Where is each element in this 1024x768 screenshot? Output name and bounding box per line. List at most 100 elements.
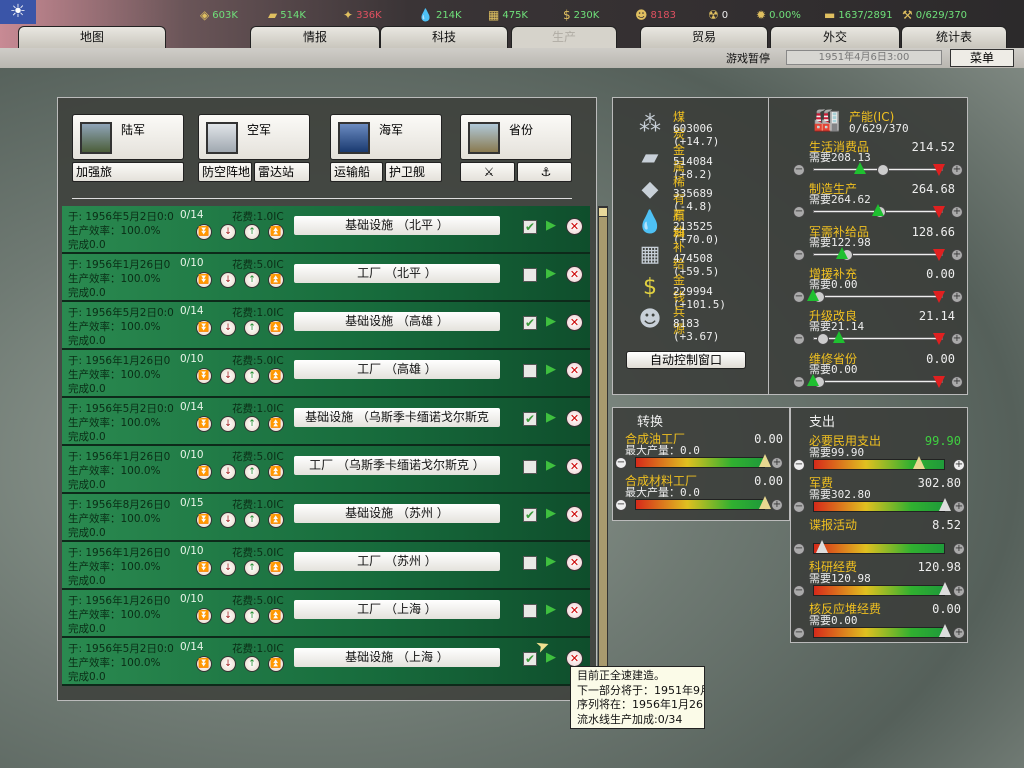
serial-count[interactable]: 0/14 [180, 401, 204, 413]
move-up-button[interactable]: ↑ [244, 416, 260, 432]
build-aa-button[interactable]: 防空阵地 [198, 162, 252, 182]
slider-knob[interactable] [877, 164, 889, 176]
move-up-button[interactable]: ↑ [244, 368, 260, 384]
move-top-button[interactable]: ⏫ [268, 368, 284, 384]
spending-bar[interactable] [813, 459, 945, 470]
move-down-button[interactable]: ↓ [220, 416, 236, 432]
cancel-icon[interactable]: ✕ [566, 314, 583, 331]
serial-checkbox[interactable]: ✔ [523, 220, 537, 234]
serial-count[interactable]: 0/14 [180, 641, 204, 653]
move-up-button[interactable]: ↑ [244, 272, 260, 288]
increase-button[interactable]: + [953, 543, 965, 555]
queue-item-name[interactable]: 基础设施 （乌斯季卡缅诺戈尔斯克 [294, 408, 500, 427]
conversion-bar[interactable] [635, 499, 765, 510]
move-up-button[interactable]: ↑ [244, 320, 260, 336]
move-top-button[interactable]: ⏫ [268, 320, 284, 336]
serial-count[interactable]: 0/15 [180, 497, 204, 509]
decrease-button[interactable]: − [793, 248, 805, 261]
slider-track[interactable] [813, 294, 943, 298]
resource-coal[interactable]: ◈ 603K [200, 8, 238, 22]
decrease-button[interactable]: − [793, 543, 805, 555]
nation-flag-icon[interactable]: ☀ [0, 0, 36, 24]
build-province-button[interactable]: 省份 [460, 114, 572, 160]
cancel-icon[interactable]: ✕ [566, 554, 583, 571]
move-bottom-button[interactable]: ⏬ [196, 224, 212, 240]
serial-checkbox[interactable]: ✔ [523, 652, 537, 666]
menu-button[interactable]: 菜单 [950, 49, 1014, 67]
cancel-icon[interactable]: ✕ [566, 458, 583, 475]
move-top-button[interactable]: ⏫ [268, 560, 284, 576]
decrease-button[interactable]: − [615, 499, 627, 511]
serial-checkbox[interactable]: ✔ [523, 316, 537, 330]
serial-checkbox[interactable] [523, 604, 537, 618]
spending-bar[interactable] [813, 501, 945, 512]
spending-bar[interactable] [813, 585, 945, 596]
move-up-button[interactable]: ↑ [244, 560, 260, 576]
serial-checkbox[interactable]: ✔ [523, 412, 537, 426]
increase-button[interactable]: + [771, 457, 783, 469]
move-bottom-button[interactable]: ⏬ [196, 464, 212, 480]
build-air-button[interactable]: 空军 [198, 114, 310, 160]
decrease-button[interactable]: − [793, 501, 805, 513]
decrease-button[interactable]: − [615, 457, 627, 469]
start-icon[interactable]: ▶ [546, 602, 556, 617]
serial-count[interactable]: 0/10 [180, 449, 204, 461]
queue-item-name[interactable]: 工厂 （上海 ） [294, 600, 500, 619]
resource-metal[interactable]: ▰ 514K [268, 8, 306, 22]
start-icon[interactable]: ▶ [546, 458, 556, 473]
serial-checkbox[interactable] [523, 364, 537, 378]
build-radar-button[interactable]: 雷达站 [254, 162, 310, 182]
start-icon[interactable]: ▶ [546, 362, 556, 377]
serial-count[interactable]: 0/14 [180, 305, 204, 317]
build-fortification-button[interactable]: ⚔ [460, 162, 515, 182]
serial-count[interactable]: 0/14 [180, 209, 204, 221]
slider-track[interactable] [813, 379, 943, 383]
resource-rare-materials[interactable]: ✦ 336K [343, 8, 382, 22]
move-top-button[interactable]: ⏫ [268, 272, 284, 288]
build-transport-button[interactable]: 运输船 [330, 162, 383, 182]
move-top-button[interactable]: ⏫ [268, 416, 284, 432]
queue-item-name[interactable]: 基础设施 （北平 ） [294, 216, 500, 235]
resource-nuclear[interactable]: ☢ 0 [708, 8, 728, 22]
move-down-button[interactable]: ↓ [220, 464, 236, 480]
move-up-button[interactable]: ↑ [244, 464, 260, 480]
serial-count[interactable]: 0/10 [180, 257, 204, 269]
move-bottom-button[interactable]: ⏬ [196, 320, 212, 336]
build-naval-base-button[interactable]: ⚓ [517, 162, 572, 182]
serial-checkbox[interactable] [523, 460, 537, 474]
auto-control-button[interactable]: 自动控制窗口 [626, 351, 746, 369]
conversion-bar[interactable] [635, 457, 765, 468]
queue-item-name[interactable]: 基础设施 （苏州 ） [294, 504, 500, 523]
increase-button[interactable]: + [953, 627, 965, 639]
move-down-button[interactable]: ↓ [220, 512, 236, 528]
cancel-icon[interactable]: ✕ [566, 362, 583, 379]
cancel-icon[interactable]: ✕ [566, 266, 583, 283]
increase-button[interactable]: + [953, 501, 965, 513]
increase-button[interactable]: + [953, 585, 965, 597]
move-down-button[interactable]: ↓ [220, 224, 236, 240]
cancel-icon[interactable]: ✕ [566, 410, 583, 427]
move-up-button[interactable]: ↑ [244, 608, 260, 624]
queue-scrollbar[interactable] [598, 206, 608, 684]
tab-2[interactable]: 科技 [380, 26, 508, 48]
increase-button[interactable]: + [951, 164, 963, 176]
start-icon[interactable]: ▶ [546, 314, 556, 329]
cancel-icon[interactable]: ✕ [566, 602, 583, 619]
increase-button[interactable]: + [771, 499, 783, 511]
resource-oil[interactable]: 💧 214K [418, 8, 462, 22]
spending-bar[interactable] [813, 543, 945, 554]
queue-item-name[interactable]: 工厂 （苏州 ） [294, 552, 500, 571]
move-down-button[interactable]: ↓ [220, 608, 236, 624]
build-brigade-button[interactable]: 加强旅 [72, 162, 184, 182]
cancel-icon[interactable]: ✕ [566, 650, 583, 667]
increase-button[interactable]: + [953, 459, 965, 471]
move-top-button[interactable]: ⏫ [268, 464, 284, 480]
queue-item-name[interactable]: 工厂 （北平 ） [294, 264, 500, 283]
serial-checkbox[interactable]: ✔ [523, 508, 537, 522]
start-icon[interactable]: ▶ [546, 266, 556, 281]
move-down-button[interactable]: ↓ [220, 560, 236, 576]
start-icon[interactable]: ▶ [546, 410, 556, 425]
increase-button[interactable]: + [951, 206, 963, 219]
serial-checkbox[interactable] [523, 556, 537, 570]
tab-6[interactable]: 统计表 [901, 26, 1007, 48]
